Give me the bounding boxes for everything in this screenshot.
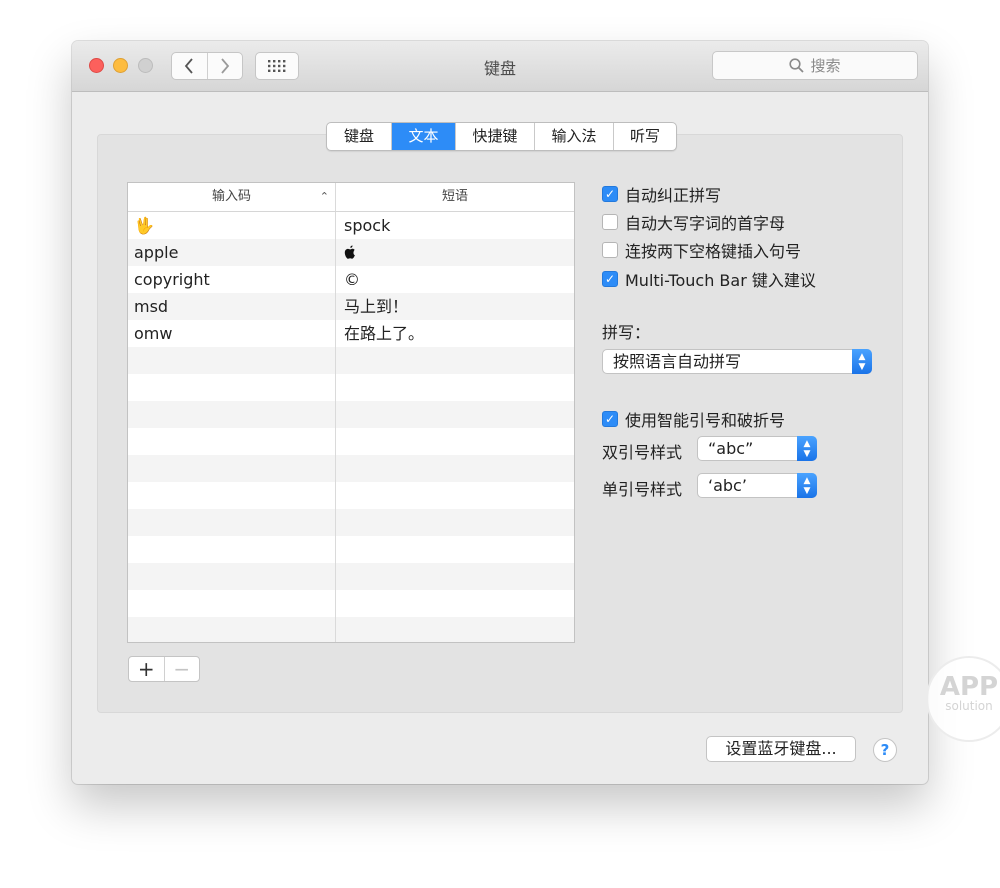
popup-stepper-icon: ▲ ▼ [797, 473, 817, 498]
sort-ascending-icon: ⌃ [319, 190, 329, 203]
cell-phrase: © [344, 270, 360, 289]
table-body: 🖖 spock apple copyright © msd 马上到！ omw 在… [128, 212, 574, 642]
cell-input: 🖖 [128, 212, 336, 239]
option-label: 自动大写字词的首字母 [625, 214, 786, 233]
empty-row [128, 536, 574, 563]
watermark-logo: APP solution [926, 656, 1000, 742]
tab-keyboard[interactable]: 键盘 [327, 123, 391, 150]
table-row[interactable]: 🖖 spock [128, 212, 574, 239]
table-row[interactable]: copyright © [128, 266, 574, 293]
option-touch-bar-suggestions[interactable]: ✓ Multi-Touch Bar 键入建议 [602, 267, 816, 291]
option-label: 自动纠正拼写 [625, 186, 722, 205]
table-row[interactable]: msd 马上到！ [128, 293, 574, 320]
option-auto-capitalize[interactable]: 自动大写字词的首字母 [602, 210, 785, 234]
double-quote-label: 双引号样式 [602, 443, 683, 462]
empty-row [128, 347, 574, 374]
keyboard-preferences-window: 键盘 搜索 键盘 文本 快捷键 输入法 听写 输入码 ⌃ 短语 🖖 spock … [72, 41, 928, 784]
option-label: 连按两下空格键插入句号 [625, 242, 802, 261]
tab-text[interactable]: 文本 [391, 123, 455, 150]
checkbox-checked-icon[interactable]: ✓ [602, 411, 618, 427]
empty-row [128, 428, 574, 455]
cell-input: omw [128, 320, 336, 347]
cell-phrase [336, 239, 574, 266]
search-icon [789, 58, 805, 73]
add-remove-group: + − [128, 656, 200, 682]
empty-row [128, 617, 574, 642]
popup-stepper-icon: ▲ ▼ [852, 349, 872, 374]
checkbox-checked-icon[interactable]: ✓ [602, 271, 618, 287]
setup-bluetooth-keyboard-button[interactable]: 设置蓝牙键盘... [706, 736, 856, 762]
tab-dictation[interactable]: 听写 [613, 123, 676, 150]
cell-input: copyright [128, 266, 336, 293]
empty-row [128, 401, 574, 428]
cell-phrase: 马上到！ [344, 297, 409, 316]
help-button[interactable]: ? [873, 738, 897, 762]
add-button[interactable]: + [129, 657, 164, 681]
popup-stepper-icon: ▲ ▼ [797, 436, 817, 461]
checkbox-unchecked-icon[interactable] [602, 242, 618, 258]
text-replacement-table[interactable]: 输入码 ⌃ 短语 🖖 spock apple copyright © msd 马… [127, 182, 575, 643]
checkbox-checked-icon[interactable]: ✓ [602, 186, 618, 202]
apple-logo-icon [344, 245, 355, 259]
column-header-phrase[interactable]: 短语 [336, 183, 574, 211]
checkbox-unchecked-icon[interactable] [602, 214, 618, 230]
double-quote-popup[interactable]: “abc” ▲ ▼ [697, 436, 817, 461]
cell-phrase: spock [344, 216, 391, 235]
option-label: Multi-Touch Bar 键入建议 [625, 271, 816, 290]
table-row[interactable]: apple [128, 239, 574, 266]
tab-shortcuts[interactable]: 快捷键 [455, 123, 534, 150]
table-row[interactable]: omw 在路上了。 [128, 320, 574, 347]
option-smart-quotes[interactable]: ✓ 使用智能引号和破折号 [602, 407, 785, 431]
single-quote-popup[interactable]: ‘abc’ ▲ ▼ [697, 473, 817, 498]
empty-row [128, 455, 574, 482]
tab-input-sources[interactable]: 输入法 [534, 123, 613, 150]
cell-input: msd [128, 293, 336, 320]
option-auto-correct[interactable]: ✓ 自动纠正拼写 [602, 182, 721, 206]
cell-phrase: 在路上了。 [344, 324, 425, 343]
title-bar: 键盘 搜索 [72, 41, 928, 92]
option-double-space-period[interactable]: 连按两下空格键插入句号 [602, 238, 801, 262]
search-field[interactable]: 搜索 [712, 51, 918, 80]
remove-button[interactable]: − [163, 657, 200, 681]
empty-row [128, 563, 574, 590]
empty-row [128, 590, 574, 617]
tab-bar: 键盘 文本 快捷键 输入法 听写 [326, 122, 677, 151]
spelling-label: 拼写： [602, 323, 651, 342]
empty-row [128, 509, 574, 536]
cell-input: apple [128, 239, 336, 266]
search-placeholder: 搜索 [810, 57, 841, 75]
column-header-input[interactable]: 输入码 ⌃ [128, 183, 336, 211]
single-quote-label: 单引号样式 [602, 480, 683, 499]
empty-row [128, 482, 574, 509]
option-label: 使用智能引号和破折号 [625, 411, 786, 430]
empty-row [128, 374, 574, 401]
spelling-popup[interactable]: 按照语言自动拼写 ▲ ▼ [602, 349, 872, 374]
table-header: 输入码 ⌃ 短语 [128, 183, 574, 212]
